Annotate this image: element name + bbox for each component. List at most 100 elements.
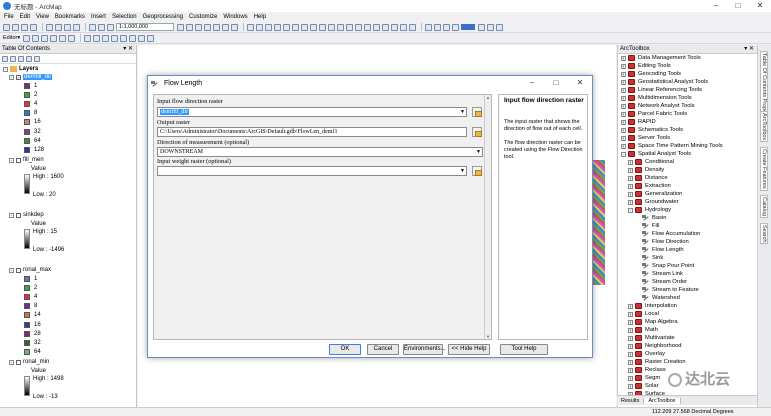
fixed-zoom-out-icon[interactable] [292,23,299,31]
legend-swatch[interactable] [24,321,30,328]
menu-view[interactable]: View [36,14,49,20]
identify-icon[interactable] [346,23,353,31]
redo-icon[interactable] [98,23,105,31]
expand-icon[interactable]: + [628,327,633,333]
layer-name[interactable]: ronal_min [23,359,49,365]
legend-swatch[interactable] [24,110,30,117]
transparency-icon[interactable] [487,23,494,31]
legend-swatch[interactable] [24,92,30,99]
legend-swatch[interactable] [24,312,30,319]
expand-icon[interactable]: + [628,359,633,365]
layer-sinkdep[interactable]: - sinkdep [9,212,44,218]
toolset-item[interactable]: + Interpolation [628,303,677,309]
menu-selection[interactable]: Selection [112,14,137,20]
vtab-create-features[interactable]: Create Features [760,147,768,191]
input-weight-raster-combo[interactable]: ▼ [157,166,467,176]
toolset-item[interactable]: + Solar [628,383,659,389]
rotate-icon[interactable] [120,34,128,42]
expand-icon[interactable]: + [628,159,633,165]
expand-icon[interactable]: + [621,55,626,61]
save-icon[interactable] [21,23,28,31]
output-raster-field[interactable]: C:\Users\Administrator\Documents\ArcGIS\… [157,127,467,137]
arctoolbox-window-icon[interactable] [213,23,220,31]
edit-vertices-icon[interactable] [84,34,92,42]
dialog-minimize-icon[interactable]: – [520,76,544,90]
effects-icon[interactable] [452,23,459,31]
expand-icon[interactable]: + [621,143,626,149]
legend-swatch[interactable] [24,128,30,135]
toc-window-icon[interactable] [186,23,193,31]
list-by-drawing-order-icon[interactable] [2,55,8,62]
cut-icon[interactable] [46,23,53,31]
layer-ronal-max[interactable]: - ronal_max [9,267,51,273]
browse-folder-icon[interactable] [472,127,482,137]
select-elements-icon[interactable] [337,23,344,31]
direction-of-measurement-select[interactable]: DOWNSTREAM ▼ [157,147,483,157]
tool-item[interactable]: Stream Link [642,271,683,277]
legend-swatch[interactable] [24,137,30,144]
tool-item[interactable]: Flow Length [642,247,684,253]
tool-item[interactable]: Watershed [642,295,680,301]
toolbox-item[interactable]: - Spatial Analyst Tools [621,151,691,157]
vtab-search[interactable]: Search [760,223,768,245]
toolbox-item[interactable]: + Data Management Tools [621,55,701,61]
delete-icon[interactable] [73,23,80,31]
toolbox-item[interactable]: + Schematics Tools [621,127,683,133]
maximize-icon[interactable]: □ [727,0,749,12]
toolset-item[interactable]: + Extraction [628,183,671,189]
open-icon[interactable] [12,23,19,31]
toolset-item[interactable]: + Neighborhood [628,343,681,349]
edit-annotation-icon[interactable] [32,34,40,42]
cut-polygons-icon[interactable] [102,34,110,42]
expand-icon[interactable]: + [628,303,633,309]
toolset-item[interactable]: + Segm [628,375,660,381]
layer-demfill-dir[interactable]: - ✓ demfill_dir [9,74,53,80]
layers-frame[interactable]: - Layers [3,66,38,72]
layer-visibility-checkbox[interactable] [16,267,21,273]
toolbox-item[interactable]: + Geocoding Tools [621,71,681,77]
input-flow-direction-raster-combo[interactable]: demfill_dir ▼ [157,107,467,117]
legend-swatch[interactable] [24,101,30,108]
expand-icon[interactable]: + [628,319,633,325]
sketch-properties-icon[interactable] [138,34,146,42]
hide-help-button[interactable]: << Hide Help [448,344,490,355]
legend-swatch[interactable] [24,348,30,355]
tool-item[interactable]: Stream to Feature [642,287,699,293]
python-window-icon[interactable] [222,23,229,31]
copy-icon[interactable] [55,23,62,31]
swipe-icon[interactable] [434,23,441,31]
layer-visibility-checkbox[interactable] [16,157,21,163]
create-features-icon[interactable] [147,34,155,42]
toolbox-item[interactable]: + Parcel Fabric Tools [621,111,687,117]
point-icon[interactable] [68,34,76,42]
back-extent-icon[interactable] [301,23,308,31]
collapse-icon[interactable]: - [621,151,626,157]
toolbox-item[interactable]: + Network Analyst Tools [621,103,695,109]
toc-options-icon[interactable] [34,55,40,62]
tool-item[interactable]: Flow Direction [642,239,689,245]
expand-icon[interactable]: + [628,175,633,181]
expand-icon[interactable]: + [628,183,633,189]
toolbox-item[interactable]: + RAPID [621,119,656,125]
find-route-icon[interactable] [391,23,398,31]
parameters-scrollbar[interactable] [484,95,491,339]
cancel-button[interactable]: Cancel [367,344,399,355]
expand-icon[interactable]: + [621,103,626,109]
toolset-item[interactable]: - Hydrology [628,207,671,213]
legend-swatch[interactable] [24,294,30,301]
layer-visibility-checkbox[interactable] [16,212,21,218]
add-data-icon[interactable] [107,23,114,31]
list-by-visibility-icon[interactable] [18,55,24,62]
measure-icon[interactable] [373,23,380,31]
layer-name[interactable]: fill_men [23,157,44,163]
collapse-icon[interactable]: - [9,212,14,218]
vtab-catalog[interactable]: Catalog [760,195,768,218]
expand-icon[interactable]: + [628,343,633,349]
legend-swatch[interactable] [24,330,30,337]
expand-icon[interactable]: + [628,383,633,389]
undo-icon[interactable] [89,23,96,31]
expand-icon[interactable]: + [621,119,626,125]
layer-tool-icon[interactable] [425,23,432,31]
menu-customize[interactable]: Customize [189,14,217,20]
ok-button[interactable]: OK [329,344,361,355]
